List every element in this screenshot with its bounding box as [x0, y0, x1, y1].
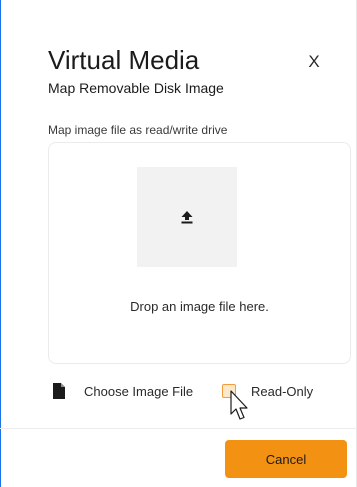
- close-button[interactable]: X: [306, 52, 322, 72]
- upload-button[interactable]: [137, 167, 237, 267]
- mouse-pointer-icon: [230, 390, 248, 420]
- drop-hint-text: Drop an image file here.: [130, 299, 269, 314]
- drop-zone[interactable]: Drop an image file here.: [48, 142, 351, 364]
- footer-divider: [0, 428, 357, 429]
- choose-image-file-button[interactable]: Choose Image File: [84, 384, 193, 399]
- dialog-subtitle: Map Removable Disk Image: [48, 80, 224, 96]
- read-only-label: Read-Only: [251, 384, 314, 399]
- drop-zone-label: Map image file as read/write drive: [48, 123, 228, 137]
- dialog-title: Virtual Media: [48, 45, 200, 75]
- window-left-edge: [0, 0, 1, 487]
- upload-icon: [181, 210, 193, 223]
- cancel-button[interactable]: Cancel: [225, 440, 347, 478]
- file-icon: [53, 383, 65, 399]
